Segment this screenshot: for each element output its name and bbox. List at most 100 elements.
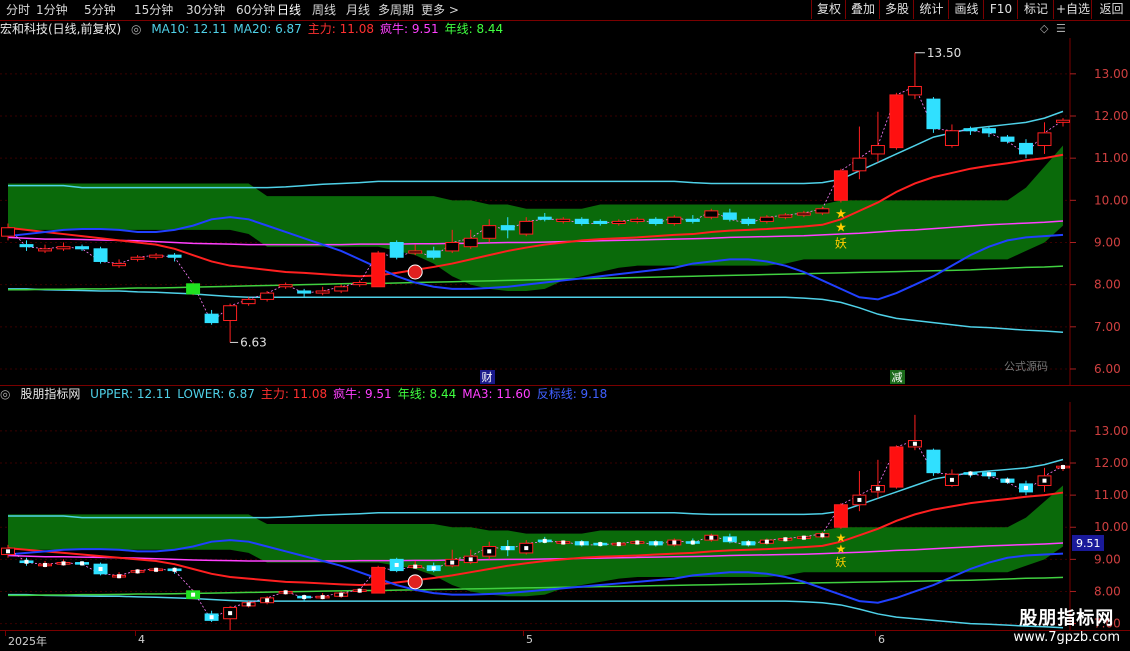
candle-body bbox=[389, 241, 404, 258]
period-tab-7[interactable]: 周线 bbox=[312, 2, 336, 18]
yao-signal-label: 妖 bbox=[835, 555, 846, 569]
candle-dot bbox=[912, 441, 917, 446]
candle-dot bbox=[783, 537, 788, 542]
candle-dot bbox=[542, 538, 547, 543]
price-tick-label: 6.00 bbox=[1094, 362, 1121, 376]
candle-dot bbox=[172, 567, 177, 572]
diamond-icon[interactable]: ◇ bbox=[1040, 22, 1048, 35]
jian-label: 减 bbox=[892, 371, 903, 384]
date-label-3: 6 bbox=[878, 633, 885, 646]
candle-dot bbox=[820, 533, 825, 538]
main_legend-item-0: MA10: 12.11 bbox=[151, 22, 228, 36]
candle-body bbox=[260, 292, 275, 300]
candle-dot bbox=[265, 598, 270, 603]
series-line-MA20 bbox=[8, 593, 1064, 629]
price-tick-label: 10.00 bbox=[1094, 520, 1128, 534]
toolbar-button-2[interactable]: 多股 bbox=[879, 0, 914, 19]
toolbar-button-5[interactable]: F10 bbox=[983, 0, 1018, 19]
candle-body bbox=[759, 216, 774, 222]
candle-dot bbox=[135, 569, 140, 574]
signal-ball-icon bbox=[407, 574, 423, 590]
candle-dot bbox=[690, 540, 695, 545]
low-price-label: 6.63 bbox=[240, 335, 267, 349]
period-tab-2[interactable]: 5分钟 bbox=[84, 2, 116, 18]
price-tick-label: 8.00 bbox=[1094, 584, 1121, 598]
period-tab-6[interactable]: 日线 bbox=[277, 2, 301, 18]
period-tab-3[interactable]: 15分钟 bbox=[134, 2, 173, 18]
candle-dot bbox=[154, 567, 159, 572]
settings-circle-icon[interactable]: ◎ bbox=[0, 387, 10, 401]
main-candlestick-chart[interactable]: 13.00 12.00 11.00 10.00 9.00 8.00 7.00 6.00 13.5… bbox=[0, 38, 1130, 385]
cai-label: 财 bbox=[482, 370, 493, 384]
candle-dot bbox=[24, 559, 29, 564]
period-tab-8[interactable]: 月线 bbox=[346, 2, 370, 18]
period-tab-0[interactable]: 分时 bbox=[6, 2, 30, 18]
sub_legend-item-6: 反标线: 9.18 bbox=[536, 387, 608, 401]
period-tab-10[interactable]: 更多 > bbox=[421, 2, 459, 18]
candle-body bbox=[889, 94, 904, 149]
toolbar-button-0[interactable]: 复权 bbox=[811, 0, 846, 19]
toolbar-button-8[interactable]: 返回 bbox=[1091, 0, 1130, 19]
sub_legend-item-5: MA3: 11.60 bbox=[462, 387, 531, 401]
candle-dot bbox=[302, 595, 307, 600]
candle-dot bbox=[413, 564, 418, 569]
toolbar-button-1[interactable]: 叠加 bbox=[845, 0, 880, 19]
candle-dot bbox=[283, 590, 288, 595]
candle-body bbox=[426, 250, 441, 258]
settings-circle-icon[interactable]: ◎ bbox=[131, 22, 141, 36]
candle-dot bbox=[986, 472, 991, 477]
band-fill bbox=[8, 485, 1063, 597]
candle-dot bbox=[246, 602, 251, 607]
high-price-label: 13.50 bbox=[927, 46, 961, 60]
candle-body bbox=[371, 566, 386, 594]
candle-dot bbox=[468, 557, 473, 562]
candle-dot bbox=[524, 546, 529, 551]
star-icon: ★ bbox=[835, 220, 847, 235]
candle-body bbox=[93, 248, 108, 262]
candle-body bbox=[75, 246, 90, 250]
price-tick-label: 11.00 bbox=[1094, 151, 1128, 165]
candle-dot bbox=[505, 546, 510, 551]
toolbar-button-7[interactable]: +自选 bbox=[1053, 0, 1092, 19]
period-toolbar: 分时 1分钟 5分钟 15分钟 30分钟 60分钟 日线 周线 月线 多周期 更多 > 复权 叠加 多股统… bbox=[0, 0, 1130, 21]
period-tab-9[interactable]: 多周期 bbox=[378, 2, 414, 18]
candle-dot bbox=[801, 535, 806, 540]
candle-body bbox=[630, 218, 645, 222]
toolbar-button-4[interactable]: 画线 bbox=[948, 0, 984, 19]
toolbar-button-3[interactable]: 统计 bbox=[913, 0, 949, 19]
candle-body bbox=[38, 248, 52, 252]
candle-dot bbox=[727, 537, 732, 542]
candle-dot bbox=[764, 539, 769, 544]
candle-body bbox=[1, 227, 15, 237]
candle-body bbox=[537, 216, 552, 220]
price-tick-label: 7.00 bbox=[1094, 320, 1121, 334]
candle-dot bbox=[672, 540, 677, 545]
candle-dot bbox=[1042, 478, 1047, 483]
candle-body bbox=[667, 216, 682, 225]
date-label-1: 4 bbox=[138, 633, 145, 646]
indicator-chart[interactable]: 13.0012.0011.0010.009.008.007.00★★妖9.51 bbox=[0, 402, 1130, 630]
candle-body bbox=[870, 145, 885, 155]
menu-icon[interactable]: ☰ bbox=[1056, 22, 1066, 35]
toolbar-button-6[interactable]: 标记 bbox=[1017, 0, 1054, 19]
period-tab-1[interactable]: 1分钟 bbox=[36, 2, 68, 18]
candle-body bbox=[926, 98, 941, 130]
candle-body bbox=[112, 263, 127, 267]
candle-dot bbox=[1061, 465, 1065, 470]
candle-body bbox=[852, 157, 867, 172]
period-tab-5[interactable]: 60分钟 bbox=[236, 2, 275, 18]
price-tick-label: 12.00 bbox=[1094, 109, 1128, 123]
candle-body bbox=[778, 214, 793, 218]
candle-dot bbox=[61, 561, 66, 566]
candle-body bbox=[519, 220, 534, 235]
formula-source-label: 公式源码 bbox=[1004, 359, 1048, 373]
period-tab-4[interactable]: 30分钟 bbox=[186, 2, 225, 18]
candle-body bbox=[223, 305, 238, 321]
candle-body bbox=[315, 290, 330, 294]
candle-dot bbox=[339, 592, 344, 597]
candle-body bbox=[241, 298, 256, 305]
sub_legend-item-2: 主力: 11.08 bbox=[260, 387, 328, 401]
price-tick-label: 13.00 bbox=[1094, 424, 1128, 438]
candle-dot bbox=[450, 560, 455, 565]
candle-dot bbox=[191, 592, 196, 597]
